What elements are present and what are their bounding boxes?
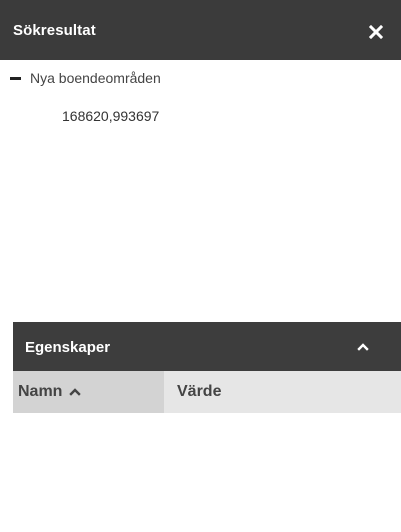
properties-title: Egenskaper — [25, 339, 111, 356]
panel-title: Sökresultat — [13, 22, 96, 39]
result-group-toggle[interactable]: Nya boendeområden — [10, 68, 161, 88]
search-results-header: Sökresultat — [0, 0, 401, 60]
column-header-value-label: Värde — [177, 383, 222, 400]
result-group-label: Nya boendeområden — [30, 70, 161, 86]
close-icon — [369, 25, 383, 39]
chevron-up-icon — [357, 343, 369, 351]
properties-panel: Egenskaper Namn Värde — [13, 322, 401, 532]
column-header-value[interactable]: Värde — [164, 371, 401, 413]
properties-table-body — [13, 413, 401, 532]
column-header-name-label: Namn — [18, 383, 63, 400]
app-frame: Sökresultat Nya boendeområden 168620,993… — [0, 0, 401, 532]
properties-table-header: Namn Värde — [13, 371, 401, 413]
properties-header: Egenskaper — [13, 322, 401, 371]
result-item[interactable]: 168620,993697 — [62, 108, 159, 124]
collapse-properties-button[interactable] — [351, 335, 375, 359]
close-button[interactable] — [364, 20, 388, 44]
sort-ascending-icon — [69, 387, 82, 397]
column-header-name[interactable]: Namn — [13, 371, 164, 413]
search-results-list: Nya boendeområden 168620,993697 — [0, 60, 401, 322]
collapse-minus-icon — [10, 70, 26, 86]
